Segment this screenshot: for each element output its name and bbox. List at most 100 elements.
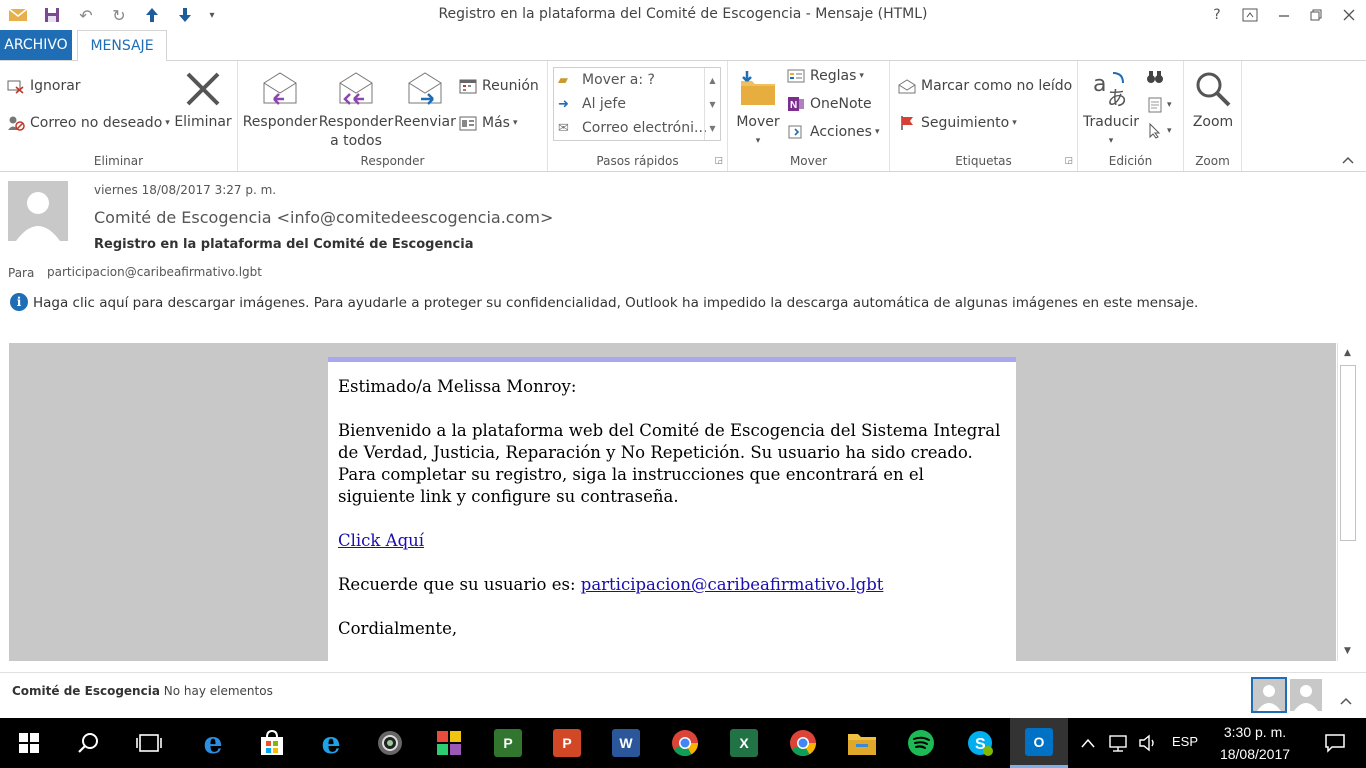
folder-arrow-icon: ▰ <box>558 72 568 88</box>
svg-text:a: a <box>1093 72 1106 97</box>
taskbar-clock[interactable]: 3:30 p. m. 18/08/2017 <box>1210 721 1300 765</box>
customize-qat-icon[interactable]: ▾ <box>200 4 224 26</box>
spotify-icon[interactable] <box>892 718 950 768</box>
powerpoint-icon[interactable]: P <box>538 718 596 768</box>
people-avatar[interactable] <box>1290 679 1322 711</box>
message-sender[interactable]: Comité de Escogencia <info@comitedeescog… <box>94 208 553 227</box>
chrome-icon[interactable] <box>656 718 714 768</box>
action-center-icon[interactable] <box>1306 718 1364 768</box>
word-icon[interactable]: W <box>597 718 655 768</box>
tab-file[interactable]: ARCHIVO <box>0 30 72 60</box>
respond-group: Responder Responder a todos Reenviar Reu… <box>238 61 548 171</box>
svg-text:N: N <box>790 100 797 111</box>
dialog-launcher-icon[interactable]: ◲ <box>1064 156 1073 166</box>
quick-steps-scroll[interactable]: ▲ ▼ ▼ <box>704 68 720 140</box>
skype-icon[interactable]: S <box>951 718 1009 768</box>
translate-button[interactable]: aあ Traducir ▾ <box>1082 65 1140 151</box>
clock-time: 3:30 p. m. <box>1223 724 1287 740</box>
previous-item-icon[interactable] <box>140 4 164 26</box>
rules-button[interactable]: Reglas ▾ <box>787 68 864 84</box>
collapse-ribbon-icon[interactable] <box>1342 153 1354 167</box>
forward-icon <box>394 65 456 113</box>
ignore-button[interactable]: Ignorar <box>7 78 81 94</box>
file-explorer-icon[interactable] <box>833 718 891 768</box>
close-icon[interactable] <box>1332 2 1366 28</box>
tab-message[interactable]: MENSAJE <box>77 30 167 61</box>
quick-step-move-to[interactable]: ▰ Mover a: ? <box>558 68 655 92</box>
actions-button[interactable]: Acciones ▾ <box>787 124 880 140</box>
info-icon: i <box>10 293 28 311</box>
quick-step-team-email[interactable]: ✉ Correo electróni... <box>558 116 707 140</box>
network-icon[interactable] <box>1104 718 1132 768</box>
people-avatar-selected[interactable] <box>1251 677 1287 713</box>
chevron-up-icon[interactable]: ▲ <box>705 68 720 92</box>
follow-up-button[interactable]: Seguimiento ▾ <box>898 115 1017 131</box>
dialog-launcher-icon[interactable]: ◲ <box>714 156 723 166</box>
chevron-down-icon[interactable]: ▼ <box>705 92 720 116</box>
chevron-down-icon: ▾ <box>755 136 761 146</box>
camera-app-icon[interactable] <box>361 718 419 768</box>
related-button[interactable]: ▾ <box>1146 97 1172 113</box>
ribbon-tabs: ARCHIVO MENSAJE <box>0 30 1366 61</box>
volume-icon[interactable] <box>1134 718 1162 768</box>
internet-explorer-icon[interactable]: e <box>302 718 360 768</box>
click-here-link[interactable]: Click Aquí <box>338 531 424 550</box>
excel-icon[interactable]: X <box>715 718 773 768</box>
expand-people-pane-icon[interactable] <box>1340 690 1352 709</box>
rules-label: Reglas <box>810 68 857 84</box>
ignore-label: Ignorar <box>30 78 81 94</box>
project-icon[interactable]: P <box>479 718 537 768</box>
binoculars-icon <box>1146 69 1164 85</box>
onenote-icon: N <box>787 96 805 112</box>
reply-icon <box>242 65 318 113</box>
download-images-infobar[interactable]: Haga clic aquí para descargar imágenes. … <box>33 295 1198 311</box>
more-label: Más <box>482 115 510 131</box>
task-view-icon[interactable] <box>120 718 178 768</box>
more-respond-button[interactable]: Más ▾ <box>459 115 517 131</box>
redo-icon[interactable]: ↻ <box>107 4 131 26</box>
chrome-icon-2[interactable] <box>774 718 832 768</box>
puzzle-app-icon[interactable] <box>420 718 478 768</box>
message-body-area: Estimado/a Melissa Monroy: Bienvenido a … <box>9 343 1336 661</box>
move-group-label: Mover <box>789 154 828 168</box>
store-icon[interactable] <box>243 718 301 768</box>
save-icon[interactable] <box>40 4 64 26</box>
move-button[interactable]: Mover ▾ <box>732 65 784 151</box>
message-scrollbar[interactable]: ▲ ▼ <box>1337 343 1357 661</box>
mark-unread-button[interactable]: Marcar como no leído <box>898 78 1072 94</box>
onenote-button[interactable]: N OneNote <box>787 96 872 112</box>
input-language[interactable]: ESP <box>1172 734 1198 749</box>
quick-step-to-manager[interactable]: ➜ Al jefe <box>558 92 626 116</box>
minimize-icon[interactable] <box>1267 2 1301 28</box>
reply-button[interactable]: Responder <box>242 65 318 132</box>
chevron-down-icon: ▾ <box>874 127 880 137</box>
reply-all-label-1: Responder <box>318 114 394 130</box>
delete-button[interactable]: Eliminar <box>172 65 234 132</box>
next-item-icon[interactable] <box>173 4 197 26</box>
expand-icon[interactable]: ▼ <box>705 116 720 140</box>
ribbon-display-options-icon[interactable] <box>1233 2 1267 28</box>
help-button[interactable]: ? <box>1200 2 1234 28</box>
chevron-down-icon: ▾ <box>1167 126 1172 136</box>
edge-icon[interactable]: e <box>184 718 242 768</box>
user-email-link[interactable]: participacion@caribeafirmativo.lgbt <box>581 575 884 594</box>
reply-all-button[interactable]: Responder a todos <box>318 65 394 151</box>
forward-button[interactable]: Reenviar <box>394 65 456 132</box>
to-recipient[interactable]: participacion@caribeafirmativo.lgbt <box>47 265 262 279</box>
zoom-button[interactable]: Zoom <box>1186 65 1240 132</box>
undo-icon[interactable]: ↶ <box>74 4 98 26</box>
select-button[interactable]: ▾ <box>1146 122 1172 139</box>
find-button[interactable] <box>1146 69 1164 85</box>
outlook-icon[interactable]: O <box>1010 718 1068 768</box>
scroll-thumb[interactable] <box>1340 365 1356 541</box>
start-button[interactable] <box>0 718 58 768</box>
scroll-down-icon[interactable]: ▼ <box>1338 641 1357 661</box>
search-icon[interactable] <box>60 718 118 768</box>
show-hidden-icons[interactable] <box>1074 718 1102 768</box>
scroll-up-icon[interactable]: ▲ <box>1338 343 1357 363</box>
restore-icon[interactable] <box>1299 2 1333 28</box>
rules-icon <box>787 68 805 84</box>
junk-button[interactable]: Correo no deseado ▾ <box>7 115 170 131</box>
meeting-button[interactable]: Reunión <box>459 78 539 94</box>
zoom-group: Zoom Zoom <box>1184 61 1242 171</box>
